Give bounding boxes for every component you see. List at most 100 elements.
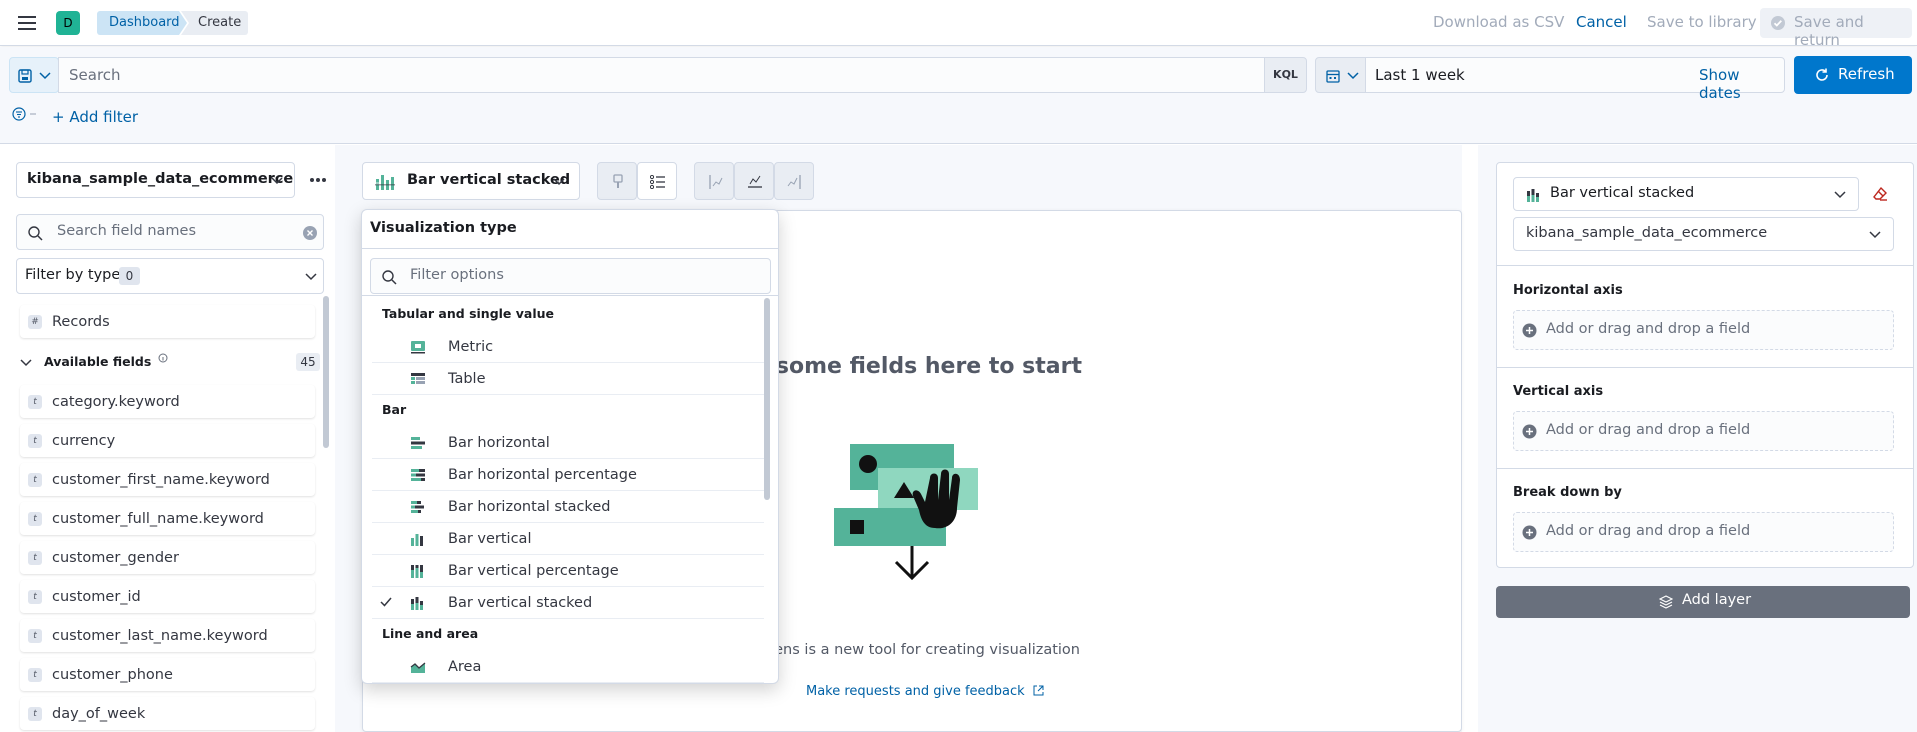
saved-query-button[interactable]: [9, 57, 59, 93]
visualization-type-popover: Visualization type Filter options Tabula…: [361, 209, 779, 684]
number-token-icon: #: [28, 314, 42, 329]
field-name: currency: [52, 432, 116, 449]
external-link-icon: [1033, 685, 1044, 696]
table-icon: [411, 373, 425, 384]
option-metric[interactable]: Metric: [372, 331, 764, 363]
calendar-icon: [1326, 70, 1340, 83]
vertical-axis-dropzone[interactable]: Add or drag and drop a field: [1513, 411, 1894, 451]
index-pattern-switcher[interactable]: kibana_sample_data_ecommerce: [16, 162, 295, 198]
clear-layer-button[interactable]: [1872, 186, 1888, 202]
paint-style-button[interactable]: [597, 162, 637, 200]
date-picker-quick-button[interactable]: [1315, 57, 1366, 93]
chart-switch-button[interactable]: Bar vertical stacked: [362, 162, 580, 200]
field-name: customer_id: [52, 588, 141, 605]
break-down-label: Break down by: [1513, 485, 1622, 500]
field-list-scrollbar[interactable]: [323, 296, 329, 448]
add-layer-button[interactable]: Add layer: [1496, 586, 1910, 618]
option-bar-vertical-stacked[interactable]: Bar vertical stacked: [372, 587, 764, 619]
check-icon: [380, 597, 392, 607]
string-token-icon: t: [28, 511, 42, 526]
option-area[interactable]: Area: [372, 651, 764, 683]
cancel-button[interactable]: Cancel: [1576, 13, 1627, 31]
plus-circle-icon: [1522, 424, 1537, 439]
field-item[interactable]: t category.keyword: [20, 385, 315, 418]
field-item[interactable]: t customer_full_name.keyword: [20, 502, 315, 535]
metric-icon: [411, 341, 425, 354]
records-field[interactable]: # Records: [20, 305, 315, 338]
group-line-area: Line and area: [382, 626, 479, 641]
menu-toggle-button[interactable]: [18, 14, 38, 32]
bar-vertical-stacked-icon: [375, 175, 395, 190]
feedback-link[interactable]: Make requests and give feedback: [806, 684, 1044, 699]
field-item[interactable]: t customer_phone: [20, 658, 315, 691]
bar-vertical-icon: [411, 534, 423, 546]
field-item[interactable]: t customer_last_name.keyword: [20, 619, 315, 652]
layer-chart-type-button[interactable]: Bar vertical stacked: [1513, 177, 1859, 211]
refresh-icon: [1816, 68, 1828, 81]
chevron-down-icon: [39, 72, 51, 80]
save-to-library-button[interactable]: Save to library: [1647, 13, 1757, 31]
search-field-names-input[interactable]: Search field names: [16, 214, 324, 250]
chevron-down-icon: [1834, 191, 1846, 199]
save-icon: [18, 69, 32, 83]
string-token-icon: t: [28, 628, 42, 643]
bar-vertical-percentage-icon: [411, 565, 423, 578]
filter-options-input[interactable]: Filter options: [370, 258, 771, 294]
clear-icon[interactable]: [302, 225, 318, 241]
legend-settings-button[interactable]: [637, 162, 677, 200]
plus-circle-icon: [1522, 323, 1537, 338]
chevron-down-icon: [1869, 231, 1881, 239]
filter-icon: [12, 107, 36, 121]
field-item[interactable]: t day_of_week: [20, 697, 315, 730]
option-bar-vertical-percentage[interactable]: Bar vertical percentage: [372, 555, 764, 587]
chevron-down-icon: [271, 177, 283, 185]
string-token-icon: t: [28, 706, 42, 721]
refresh-button[interactable]: Refresh: [1794, 56, 1912, 94]
horizontal-axis-dropzone[interactable]: Add or drag and drop a field: [1513, 310, 1894, 350]
eraser-icon: [1873, 186, 1887, 201]
filter-menu-button[interactable]: [12, 107, 38, 121]
option-bar-horizontal-stacked[interactable]: Bar horizontal stacked: [372, 491, 764, 523]
available-fields-count: 45: [296, 353, 320, 371]
save-and-return-button[interactable]: Save and return: [1760, 8, 1912, 49]
chevron-down-icon: [553, 178, 565, 186]
bar-horizontal-percentage-icon: [411, 469, 425, 481]
bottom-axis-button[interactable]: [734, 162, 774, 200]
option-bar-horizontal[interactable]: Bar horizontal: [372, 427, 764, 459]
empty-state-title: Drop some fields here to start: [762, 354, 1082, 379]
kql-toggle-button[interactable]: KQL: [1264, 57, 1307, 93]
space-avatar[interactable]: D: [56, 11, 80, 35]
breadcrumb-dashboard[interactable]: Dashboard: [97, 11, 187, 35]
option-bar-vertical[interactable]: Bar vertical: [372, 523, 764, 555]
index-pattern-actions-button[interactable]: [306, 170, 330, 190]
show-dates-button[interactable]: Show dates: [1699, 66, 1784, 102]
option-table[interactable]: Table: [372, 363, 764, 395]
left-axis-button[interactable]: [694, 162, 734, 200]
search-icon: [28, 226, 43, 241]
field-name: category.keyword: [52, 393, 180, 410]
download-csv-button[interactable]: Download as CSV: [1433, 13, 1564, 31]
add-filter-button[interactable]: + Add filter: [52, 108, 138, 126]
search-icon: [382, 270, 397, 285]
break-down-dropzone[interactable]: Add or drag and drop a field: [1513, 512, 1894, 552]
filter-by-type-button[interactable]: Filter by type 0: [16, 258, 324, 294]
date-range-display[interactable]: Last 1 week Show dates: [1365, 57, 1785, 102]
field-item[interactable]: t customer_id: [20, 580, 315, 613]
string-token-icon: t: [28, 433, 42, 448]
bar-vertical-stacked-icon: [1527, 189, 1539, 202]
field-item[interactable]: t customer_gender: [20, 541, 315, 574]
axis-right-icon: [787, 175, 801, 189]
field-item[interactable]: t customer_first_name.keyword: [20, 463, 315, 496]
field-item[interactable]: t currency: [20, 424, 315, 457]
layer-index-pattern-button[interactable]: kibana_sample_data_ecommerce: [1513, 217, 1894, 251]
option-bar-horizontal-percentage[interactable]: Bar horizontal percentage: [372, 459, 764, 491]
plus-circle-icon: [1522, 525, 1537, 540]
popover-scrollbar[interactable]: [764, 298, 770, 500]
right-axis-button[interactable]: [774, 162, 814, 200]
list-icon: [650, 175, 665, 189]
layers-icon: [1659, 595, 1673, 609]
search-input[interactable]: Search: [58, 57, 1265, 93]
available-fields-toggle[interactable]: Available fields 45: [20, 353, 320, 373]
field-name: customer_gender: [52, 549, 179, 566]
more-horizontal-icon: [310, 178, 326, 182]
